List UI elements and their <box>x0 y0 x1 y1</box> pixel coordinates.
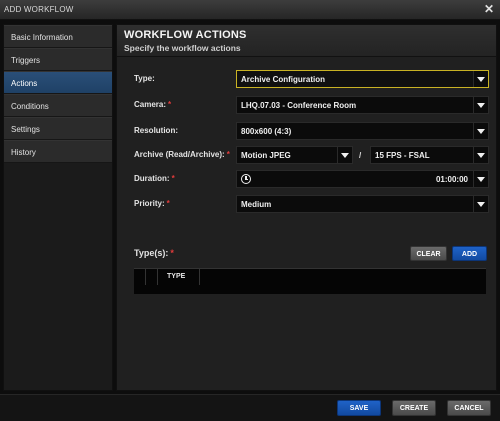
clear-button[interactable]: CLEAR <box>410 246 447 261</box>
save-button[interactable]: SAVE <box>337 400 381 416</box>
chevron-down-icon[interactable] <box>473 171 488 187</box>
sidebar-item-label: Settings <box>11 125 40 134</box>
chevron-down-icon[interactable] <box>473 123 488 139</box>
table-column <box>146 269 158 285</box>
duration-label: Duration: * <box>134 174 175 183</box>
camera-row: Camera: * LHQ.07.03 - Conference Room <box>117 94 496 116</box>
panel-title: WORKFLOW ACTIONS <box>124 29 247 41</box>
close-icon[interactable]: ✕ <box>484 3 494 15</box>
sidebar-item-label: History <box>11 148 36 157</box>
required-marker: * <box>168 100 172 109</box>
types-table: TYPE <box>134 268 486 294</box>
types-label: Type(s): * <box>134 248 174 258</box>
chevron-down-icon[interactable] <box>473 147 488 163</box>
type-column-header[interactable]: TYPE <box>158 269 200 285</box>
sidebar-item-basic-information[interactable]: Basic Information <box>4 25 112 48</box>
duration-value: 01:00:00 <box>435 175 468 184</box>
create-button[interactable]: CREATE <box>392 400 436 416</box>
archive-separator: / <box>359 151 362 160</box>
archive-row: Archive (Read/Archive): * Motion JPEG / 1… <box>117 144 496 166</box>
priority-row: Priority: * Medium <box>117 193 496 215</box>
required-marker: * <box>171 174 175 183</box>
type-select[interactable]: Archive Configuration <box>236 70 489 88</box>
title-bar: ADD WORKFLOW ✕ <box>0 0 500 20</box>
camera-value: LHQ.07.03 - Conference Room <box>241 101 357 110</box>
archive-label: Archive (Read/Archive): * <box>134 150 230 159</box>
clock-icon[interactable] <box>241 174 251 184</box>
archive-codec-select[interactable]: Motion JPEG <box>236 146 353 164</box>
sidebar-item-history[interactable]: History <box>4 140 112 163</box>
duration-row: Duration: * 01:00:00 <box>117 168 496 190</box>
cancel-button[interactable]: CANCEL <box>447 400 491 416</box>
chevron-down-icon[interactable] <box>337 147 352 163</box>
sidebar-item-settings[interactable]: Settings <box>4 117 112 140</box>
required-marker: * <box>166 199 170 208</box>
resolution-value: 800x600 (4:3) <box>241 127 292 136</box>
sidebar-item-label: Actions <box>11 79 38 88</box>
sidebar-item-label: Triggers <box>11 56 41 65</box>
chevron-down-icon[interactable] <box>473 97 488 113</box>
resolution-row: Resolution: 800x600 (4:3) <box>117 120 496 142</box>
type-label: Type: <box>134 74 155 83</box>
camera-select[interactable]: LHQ.07.03 - Conference Room <box>236 96 489 114</box>
chevron-down-icon[interactable] <box>473 71 488 87</box>
priority-value: Medium <box>241 200 272 209</box>
archive-fps-value: 15 FPS - FSAL <box>375 151 430 160</box>
sidebar-item-conditions[interactable]: Conditions <box>4 94 112 117</box>
type-value: Archive Configuration <box>241 75 326 84</box>
sidebar-item-label: Conditions <box>11 102 49 111</box>
sidebar: Basic Information Triggers Actions Condi… <box>3 24 113 391</box>
window-title: ADD WORKFLOW <box>4 5 74 14</box>
panel-header: WORKFLOW ACTIONS Specify the workflow ac… <box>117 25 496 57</box>
add-button[interactable]: ADD <box>452 246 487 261</box>
form-body: Type: Archive Configuration Camera: * LHQ… <box>117 57 496 390</box>
required-marker: * <box>170 248 174 258</box>
panel-subtitle: Specify the workflow actions <box>124 43 241 53</box>
required-marker: * <box>226 150 230 159</box>
duration-field[interactable]: 01:00:00 <box>236 170 489 188</box>
main-panel: WORKFLOW ACTIONS Specify the workflow ac… <box>116 24 497 391</box>
sidebar-item-label: Basic Information <box>11 33 73 42</box>
camera-label: Camera: * <box>134 100 172 109</box>
types-row: Type(s): * CLEAR ADD <box>117 245 496 267</box>
sidebar-item-triggers[interactable]: Triggers <box>4 48 112 71</box>
archive-codec-value: Motion JPEG <box>241 151 291 160</box>
archive-fps-select[interactable]: 15 FPS - FSAL <box>370 146 489 164</box>
priority-select[interactable]: Medium <box>236 195 489 213</box>
chevron-down-icon[interactable] <box>473 196 488 212</box>
footer: SAVE CREATE CANCEL <box>0 394 500 421</box>
type-row: Type: Archive Configuration <box>117 68 496 90</box>
resolution-select[interactable]: 800x600 (4:3) <box>236 122 489 140</box>
table-column <box>134 269 146 285</box>
resolution-label: Resolution: <box>134 126 178 135</box>
sidebar-item-actions[interactable]: Actions <box>4 71 112 94</box>
priority-label: Priority: * <box>134 199 170 208</box>
